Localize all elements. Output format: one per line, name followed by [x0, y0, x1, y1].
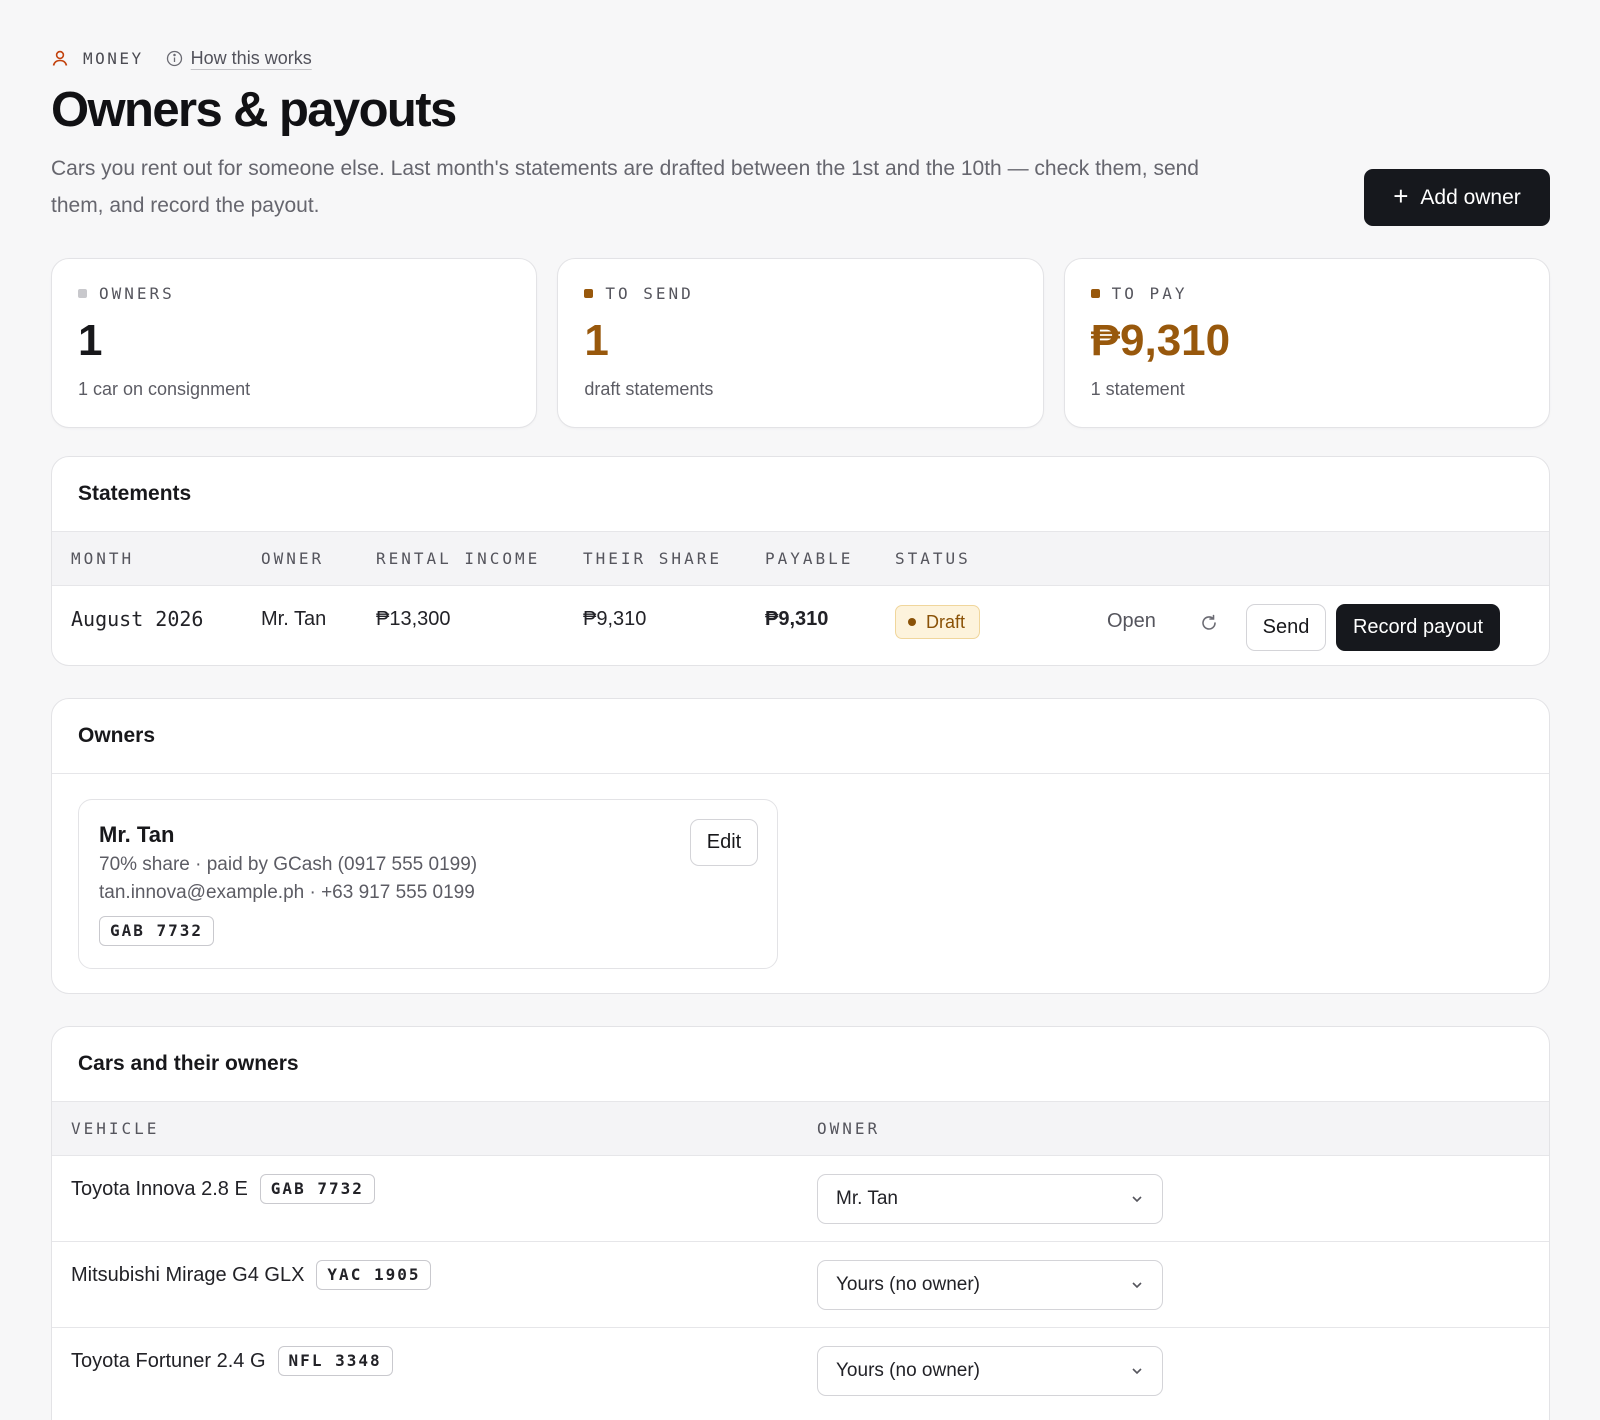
owner-select[interactable]: Mr. Tan	[817, 1174, 1163, 1224]
stat-value: 1	[584, 316, 609, 365]
column-header: OWNER	[261, 549, 325, 568]
how-this-works-link[interactable]: How this works	[191, 48, 312, 69]
table-header: VEHICLE OWNER	[52, 1102, 1549, 1156]
status-dot	[908, 618, 916, 626]
owner-select[interactable]: Yours (no owner)	[817, 1346, 1163, 1396]
statement-their-share: ₱9,310	[583, 608, 647, 630]
plus-icon: +	[1393, 181, 1409, 211]
refresh-icon[interactable]	[1199, 613, 1219, 633]
stat-label: TO PAY	[1111, 283, 1188, 303]
stat-card-to-send: TO SEND 1 draft statements	[557, 258, 1044, 428]
status-dot	[1090, 288, 1100, 298]
status-dot	[78, 288, 87, 298]
plate-badge: GAB 7732	[99, 916, 215, 946]
statements-card: Statements MONTH OWNER RENTAL INCOME THE…	[51, 456, 1550, 666]
column-header: RENTAL INCOME	[376, 549, 541, 568]
statement-month: August 2026	[71, 607, 204, 631]
chevron-down-icon	[1132, 1282, 1142, 1289]
column-header: THEIR SHARE	[583, 549, 722, 568]
status-badge: Draft	[895, 605, 981, 639]
owner-name: Mr. Tan	[99, 822, 175, 847]
plate-badge: YAC 1905	[316, 1260, 432, 1290]
vehicle-name: Toyota Fortuner 2.4 G	[71, 1349, 266, 1372]
vehicle-name: Mitsubishi Mirage G4 GLX	[71, 1263, 305, 1286]
add-owner-label: Add owner	[1420, 185, 1521, 209]
owner-share: 70% share · paid by GCash (0917 555 0199…	[99, 854, 478, 875]
page: MONEY How this works Owners & payouts Ca…	[51, 46, 1550, 1420]
column-header: MONTH	[71, 549, 135, 568]
page-subtitle: Cars you rent out for someone else. Last…	[51, 157, 1199, 218]
stat-label: TO SEND	[605, 283, 694, 303]
send-button[interactable]: Send	[1246, 604, 1326, 651]
info-icon	[166, 50, 182, 66]
stat-note: 1 statement	[1090, 379, 1185, 400]
column-header: PAYABLE	[765, 549, 854, 568]
cars-card: Cars and their owners VEHICLE OWNER Toyo…	[51, 1026, 1550, 1420]
section-label: MONEY	[83, 48, 144, 68]
stat-value: ₱9,310	[1090, 316, 1231, 365]
status-dot	[584, 288, 594, 298]
page-title: Owners & payouts	[51, 83, 457, 137]
table-row: Toyota Innova 2.8 E GAB 7732 Mr. Tan	[52, 1156, 1549, 1242]
add-owner-button[interactable]: + Add owner	[1364, 169, 1550, 226]
table-row: Mitsubishi Mirage G4 GLX YAC 1905 Yours …	[52, 1242, 1549, 1328]
owner-select-value: Yours (no owner)	[836, 1360, 980, 1381]
chevron-down-icon	[1132, 1196, 1142, 1203]
owner-contact: tan.innova@example.ph · +63 917 555 0199	[99, 882, 475, 903]
statement-owner: Mr. Tan	[261, 608, 327, 630]
column-header: VEHICLE	[71, 1119, 160, 1138]
vehicle-name: Toyota Innova 2.8 E	[71, 1177, 248, 1200]
status-label: Draft	[926, 611, 966, 632]
column-header: STATUS	[895, 549, 971, 568]
table-header: MONTH OWNER RENTAL INCOME THEIR SHARE PA…	[52, 532, 1549, 586]
stat-value: 1	[78, 316, 103, 365]
card-title: Owners	[52, 699, 1549, 774]
stat-card-to-pay: TO PAY ₱9,310 1 statement	[1063, 258, 1550, 428]
card-title: Statements	[52, 457, 1549, 532]
owner-card: Mr. Tan 70% share · paid by GCash (0917 …	[78, 799, 778, 969]
table-row: August 2026 Mr. Tan ₱13,300 ₱9,310 ₱9,31…	[52, 586, 1549, 665]
statement-payable: ₱9,310	[765, 608, 829, 630]
stat-label: OWNERS	[99, 283, 175, 303]
stat-note: draft statements	[584, 379, 714, 400]
owner-select-value: Yours (no owner)	[836, 1274, 980, 1295]
edit-owner-button[interactable]: Edit	[690, 819, 758, 866]
owner-select[interactable]: Yours (no owner)	[817, 1260, 1163, 1310]
plate-badge: GAB 7732	[259, 1174, 375, 1204]
stat-card-owners: OWNERS 1 1 car on consignment	[51, 258, 538, 428]
owners-card: Owners Mr. Tan 70% share · paid by GCash…	[51, 698, 1550, 994]
breadcrumb: MONEY How this works	[51, 46, 1550, 70]
plate-badge: NFL 3348	[277, 1346, 393, 1376]
open-statement-button[interactable]: Open	[1107, 610, 1156, 633]
card-title: Cars and their owners	[52, 1027, 1549, 1102]
user-icon	[52, 50, 68, 66]
stat-cards: OWNERS 1 1 car on consignment TO SEND 1 …	[51, 258, 1550, 428]
column-header: OWNER	[817, 1119, 881, 1138]
stat-note: 1 car on consignment	[78, 379, 251, 400]
record-payout-button[interactable]: Record payout	[1336, 604, 1500, 651]
table-row: Toyota Fortuner 2.4 G NFL 3348 Yours (no…	[52, 1328, 1549, 1414]
statement-rental-income: ₱13,300	[376, 608, 451, 630]
chevron-down-icon	[1132, 1368, 1142, 1375]
owner-select-value: Mr. Tan	[836, 1188, 898, 1209]
